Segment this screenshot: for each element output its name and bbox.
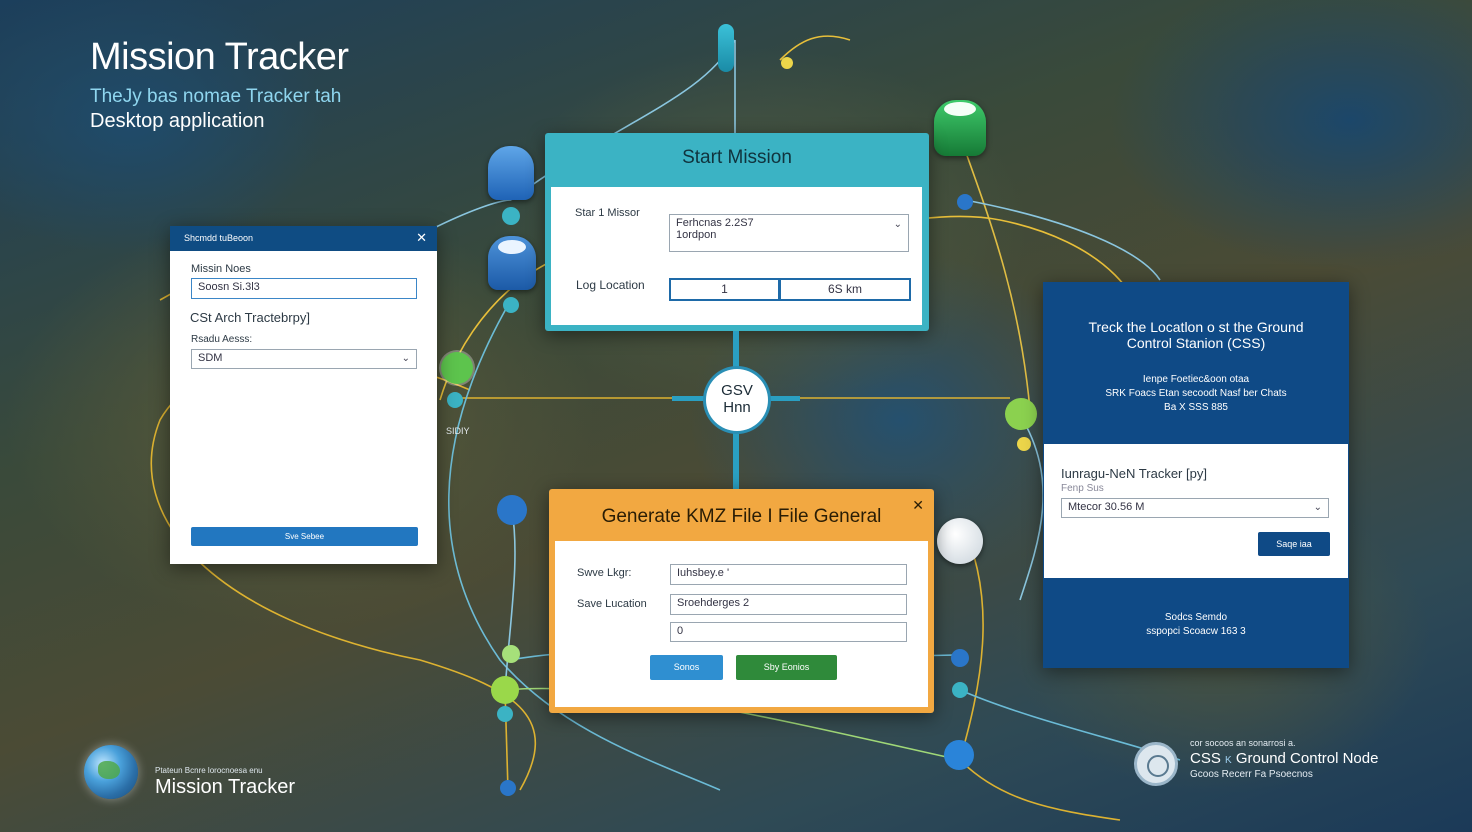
brand-small-text: Ptateun Bcnre lorocnoesa enu	[155, 766, 263, 775]
mission-select-line2: 1ordpon	[676, 229, 717, 241]
tracker-select-value: Mtecor 30.56 M	[1068, 501, 1145, 513]
connector-line	[766, 396, 800, 401]
gcs-prefix: CSS	[1190, 750, 1221, 767]
start-mission-panel: Start Mission Star 1 Missor Ferhcnas 2.2…	[545, 133, 929, 331]
gcs-top-line: cor socoos an sonarrosi a.	[1190, 738, 1296, 748]
save-tracker-button[interactable]: Saqe iaa	[1258, 532, 1330, 556]
tracker-label: Iunragu-NeN Tracker [py]	[1061, 466, 1207, 481]
log-location-label: Log Location	[576, 278, 645, 292]
green-map-pin-icon-right[interactable]	[1005, 398, 1037, 430]
log-location-value-b: 6S km	[827, 282, 862, 296]
blue-cylinder-icon[interactable]	[488, 146, 534, 200]
green-map-pin-icon-lower[interactable]	[491, 676, 519, 704]
save-log-label: Swve Lkgr:	[577, 567, 632, 579]
info-line-1: Ienpe Foetiec&oon otaa	[1142, 374, 1250, 385]
chevron-down-icon: ⌄	[1313, 502, 1322, 513]
save-button[interactable]: Sve Sebee	[191, 527, 418, 546]
mission-notes-input[interactable]: Soosn Si.3l3	[191, 278, 417, 299]
app-title: Mission Tracker	[90, 36, 349, 78]
log-location-input-b[interactable]: 6S km	[779, 278, 911, 301]
save-log-value: Iuhsbey.e '	[677, 567, 730, 579]
gcs-node-icon[interactable]	[1134, 742, 1178, 786]
connector-line	[733, 331, 739, 371]
gcs-hub-line1: GSV	[721, 382, 753, 399]
cancel-button[interactable]: Sonos	[650, 655, 723, 680]
gcs-title: Ground Control Node	[1235, 750, 1379, 767]
tracker-sublabel: Fenp Sus	[1061, 483, 1104, 494]
start-mission-body: Star 1 Missor Ferhcnas 2.2S7 1ordpon ⌄ L…	[551, 187, 922, 325]
footer-line-1: Sodcs Semdo	[1164, 612, 1228, 623]
gcs-bottom-line: Gcoos Recerr Fa Psoecnos	[1190, 769, 1313, 780]
info-line-2: SRK Foacs Etan secoodt Nasf ber Chats	[1105, 388, 1287, 399]
app-description: Desktop application	[90, 110, 265, 132]
output-input[interactable]: 0	[670, 622, 907, 642]
info-line-3: Ba X SSS 885	[1164, 402, 1228, 413]
chevron-down-icon: ⌄	[401, 353, 410, 364]
section-heading: CSt Arch Tractebrpy]	[190, 310, 310, 325]
app-subtitle: TheJy bas nomae Tracker tah	[90, 86, 342, 107]
address-select[interactable]: SDM ⌄	[191, 349, 417, 369]
close-icon[interactable]: ✕	[912, 497, 924, 514]
connector-line	[672, 396, 708, 401]
satellite-dish-icon[interactable]	[937, 518, 983, 564]
save-location-value: Sroehderges 2	[677, 597, 750, 609]
save-button[interactable]: Sby Eonios	[736, 655, 837, 680]
gcs-hub-line2: Hnn	[723, 399, 751, 416]
green-map-pin-icon[interactable]	[441, 352, 473, 384]
mission-notes-panel: Shcmdd tuBeoon ✕ Missin Noes Soosn Si.3l…	[170, 226, 437, 564]
start-mission-label: Star 1 Missor	[575, 207, 640, 219]
gcs-mid: K	[1225, 755, 1232, 766]
gcs-title-row: CSS K Ground Control Node	[1190, 750, 1378, 767]
track-gcs-heading-2: Control Stanion (CSS)	[1126, 335, 1266, 351]
teal-pin-icon[interactable]	[718, 24, 734, 72]
save-location-input[interactable]: Sroehderges 2	[670, 594, 907, 615]
log-location-value-a: 1	[721, 282, 728, 296]
save-location-label: Save Lucation	[577, 598, 647, 610]
save-log-input[interactable]: Iuhsbey.e '	[670, 564, 907, 585]
green-server-icon[interactable]	[934, 100, 986, 156]
close-icon[interactable]: ✕	[416, 230, 427, 246]
address-select-value: SDM	[198, 352, 223, 364]
mission-notes-label: Missin Noes	[191, 263, 251, 275]
kmz-body: Swve Lkgr: Iuhsbey.e ' Save Lucation Sro…	[555, 541, 928, 707]
track-gcs-panel: Treck the Locatlon o st the Ground Contr…	[1043, 282, 1349, 668]
output-value: 0	[677, 625, 684, 637]
brand-title: Mission Tracker	[155, 776, 296, 798]
mission-notes-value: Soosn Si.3l3	[198, 281, 260, 293]
select-label: Rsadu Aesss:	[191, 334, 253, 345]
footer-line-2: sspopci Scoacw 163 3	[1146, 626, 1246, 637]
tracker-form: Iunragu-NeN Tracker [py] Fenp Sus Mtecor…	[1044, 444, 1348, 578]
connector-line	[733, 431, 739, 491]
blue-map-pin-icon-lower[interactable]	[944, 740, 974, 770]
gcs-hub-node[interactable]: GSV Hnn	[706, 369, 768, 431]
database-cylinder-icon[interactable]	[488, 236, 536, 290]
track-gcs-heading: Treck the Locatlon o st the Ground	[1088, 319, 1304, 335]
blue-map-pin-icon[interactable]	[497, 495, 527, 525]
map-node-label: SIDIY	[446, 426, 470, 436]
mission-select[interactable]: Ferhcnas 2.2S7 1ordpon ⌄	[669, 214, 909, 252]
log-location-input-a[interactable]: 1	[669, 278, 780, 301]
globe-icon	[84, 745, 138, 799]
chevron-down-icon: ⌄	[893, 219, 902, 230]
kmz-title: Generate KMZ File I File General	[601, 506, 882, 527]
start-mission-title: Start Mission	[682, 147, 792, 168]
mission-select-line1: Ferhcnas 2.2S7	[676, 217, 754, 229]
generate-kmz-panel: Generate KMZ File I File General ✕ Swve …	[549, 489, 934, 713]
panel-header: Shcmdd tuBeoon	[170, 226, 437, 251]
tracker-select[interactable]: Mtecor 30.56 M ⌄	[1061, 498, 1329, 518]
